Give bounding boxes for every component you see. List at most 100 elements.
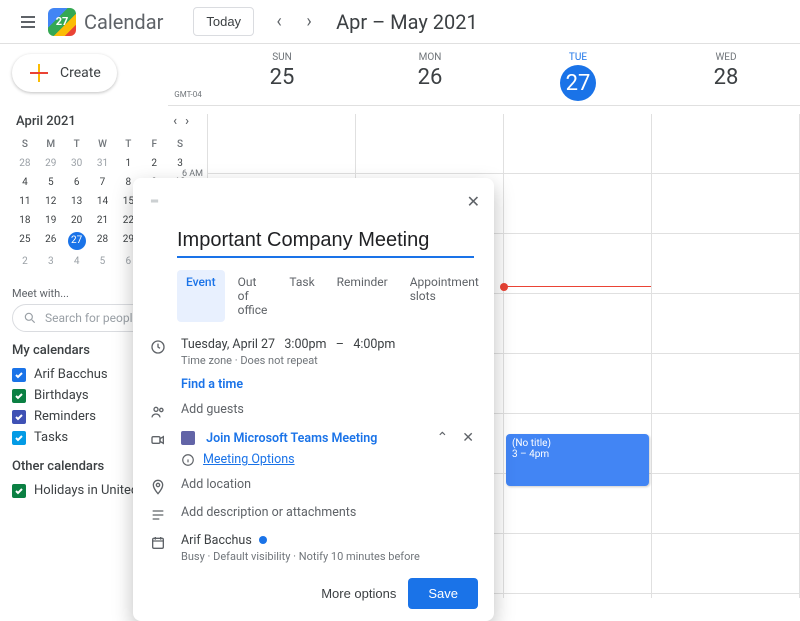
time-row[interactable]: Tuesday, April 27 3:00pm – 4:00pm Time z… xyxy=(133,332,494,372)
mini-cal-day[interactable]: 7 xyxy=(90,173,116,192)
mini-cal-day[interactable]: 19 xyxy=(38,211,64,230)
mini-cal-day[interactable]: 2 xyxy=(12,252,38,271)
checkbox-icon[interactable] xyxy=(12,410,26,424)
save-button[interactable]: Save xyxy=(408,578,478,609)
mini-cal-day[interactable]: 29 xyxy=(38,154,64,173)
day-column[interactable] xyxy=(652,114,800,598)
mini-cal-day[interactable]: 25 xyxy=(12,230,38,252)
mini-cal-day[interactable]: 28 xyxy=(12,154,38,173)
time-slot[interactable] xyxy=(652,234,799,294)
calendar-logo-icon: 27 xyxy=(48,8,76,36)
hamburger-icon[interactable] xyxy=(8,2,48,42)
time-slot[interactable] xyxy=(652,594,799,598)
people-icon xyxy=(149,402,167,420)
more-options-button[interactable]: More options xyxy=(321,586,396,601)
time-slot[interactable] xyxy=(504,594,651,598)
mini-cal-day[interactable]: 1 xyxy=(115,154,141,173)
calendar-owner-row[interactable]: Arif Bacchus Busy · Default visibility ·… xyxy=(133,528,494,568)
event-type-tab[interactable]: Event xyxy=(177,270,225,322)
create-button[interactable]: Create xyxy=(12,54,117,92)
event-start[interactable]: 3:00pm xyxy=(284,337,326,352)
mini-cal-day[interactable]: 18 xyxy=(12,211,38,230)
mini-cal-day[interactable]: 3 xyxy=(38,252,64,271)
calendar-label: Reminders xyxy=(34,409,96,424)
collapse-conf-button[interactable]: ⌃ xyxy=(437,430,449,446)
location-placeholder[interactable]: Add location xyxy=(181,477,474,492)
day-header[interactable]: TUE27 xyxy=(504,52,652,101)
day-of-week: WED xyxy=(715,52,736,63)
time-slot[interactable] xyxy=(652,294,799,354)
checkbox-icon[interactable] xyxy=(12,389,26,403)
time-slot[interactable] xyxy=(208,114,355,174)
time-slot[interactable] xyxy=(652,354,799,414)
event-date[interactable]: Tuesday, April 27 xyxy=(181,337,275,352)
mini-cal-day[interactable]: 4 xyxy=(12,173,38,192)
mini-cal-day[interactable]: 20 xyxy=(64,211,90,230)
mini-cal-day[interactable]: 12 xyxy=(38,192,64,211)
checkbox-icon[interactable] xyxy=(12,368,26,382)
mini-cal-day[interactable]: 14 xyxy=(90,192,116,211)
remove-conf-button[interactable]: ✕ xyxy=(462,430,474,446)
event-title-input[interactable] xyxy=(177,225,474,258)
day-header[interactable]: MON26 xyxy=(356,52,504,101)
mini-cal-day[interactable]: 26 xyxy=(38,230,64,252)
event-type-tab[interactable]: Reminder xyxy=(328,270,397,322)
time-slot[interactable] xyxy=(504,294,651,354)
join-teams-link[interactable]: Join Microsoft Teams Meeting xyxy=(206,431,377,446)
time-slot[interactable] xyxy=(652,114,799,174)
day-number: 28 xyxy=(714,65,739,90)
find-a-time-link[interactable]: Find a time xyxy=(181,377,243,392)
time-slot[interactable] xyxy=(356,114,503,174)
checkbox-icon[interactable] xyxy=(12,431,26,445)
time-slot[interactable] xyxy=(652,414,799,474)
visibility-subtext[interactable]: Busy · Default visibility · Notify 10 mi… xyxy=(181,550,474,563)
mini-cal-day[interactable]: 27 xyxy=(68,232,86,250)
event-block[interactable]: (No title)3 – 4pm xyxy=(506,434,649,486)
guests-row[interactable]: Add guests xyxy=(133,397,494,425)
time-slot[interactable] xyxy=(504,234,651,294)
event-type-tab[interactable]: Out of office xyxy=(229,270,277,322)
event-type-tab[interactable]: Appointment slots xyxy=(401,270,488,322)
drag-handle-icon[interactable]: ═ xyxy=(151,196,160,207)
close-button[interactable]: ✕ xyxy=(463,188,484,215)
mini-cal-dow: M xyxy=(38,135,64,154)
mini-cal-day[interactable]: 5 xyxy=(38,173,64,192)
mini-cal-dow: T xyxy=(64,135,90,154)
description-placeholder[interactable]: Add description or attachments xyxy=(181,505,474,520)
time-slot[interactable] xyxy=(652,534,799,594)
mini-cal-day[interactable]: 5 xyxy=(90,252,116,271)
day-number: 25 xyxy=(270,65,295,90)
time-slot[interactable] xyxy=(504,534,651,594)
day-column[interactable]: (No title)3 – 4pm xyxy=(504,114,652,598)
mini-cal-day[interactable]: 11 xyxy=(12,192,38,211)
meeting-options-link[interactable]: Meeting Options xyxy=(203,452,295,467)
mini-cal-day[interactable]: 4 xyxy=(64,252,90,271)
next-period-button[interactable]: › xyxy=(294,7,324,37)
mini-cal-day[interactable]: 21 xyxy=(90,211,116,230)
time-slot[interactable] xyxy=(652,174,799,234)
description-row[interactable]: Add description or attachments xyxy=(133,500,494,528)
tz-repeat-subtext[interactable]: Time zone · Does not repeat xyxy=(181,354,474,367)
time-slot[interactable] xyxy=(504,174,651,234)
day-header[interactable]: SUN25 xyxy=(208,52,356,101)
guests-placeholder[interactable]: Add guests xyxy=(181,402,474,417)
mini-cal-day[interactable]: 30 xyxy=(64,154,90,173)
now-indicator xyxy=(504,286,651,287)
time-slot[interactable] xyxy=(652,474,799,534)
my-calendars-heading: My calendars xyxy=(12,343,90,358)
mini-cal-day[interactable]: 2 xyxy=(141,154,167,173)
time-slot[interactable] xyxy=(504,114,651,174)
today-button[interactable]: Today xyxy=(193,7,254,36)
time-slot[interactable] xyxy=(504,354,651,414)
location-row[interactable]: Add location xyxy=(133,472,494,500)
day-number: 27 xyxy=(560,65,596,101)
mini-cal-day[interactable]: 31 xyxy=(90,154,116,173)
mini-cal-day[interactable]: 6 xyxy=(64,173,90,192)
prev-period-button[interactable]: ‹ xyxy=(264,7,294,37)
event-type-tab[interactable]: Task xyxy=(280,270,323,322)
mini-cal-day[interactable]: 13 xyxy=(64,192,90,211)
day-header[interactable]: WED 28 xyxy=(652,52,800,101)
checkbox-icon[interactable] xyxy=(12,484,26,498)
event-end[interactable]: 4:00pm xyxy=(353,337,395,352)
mini-cal-day[interactable]: 28 xyxy=(90,230,116,252)
